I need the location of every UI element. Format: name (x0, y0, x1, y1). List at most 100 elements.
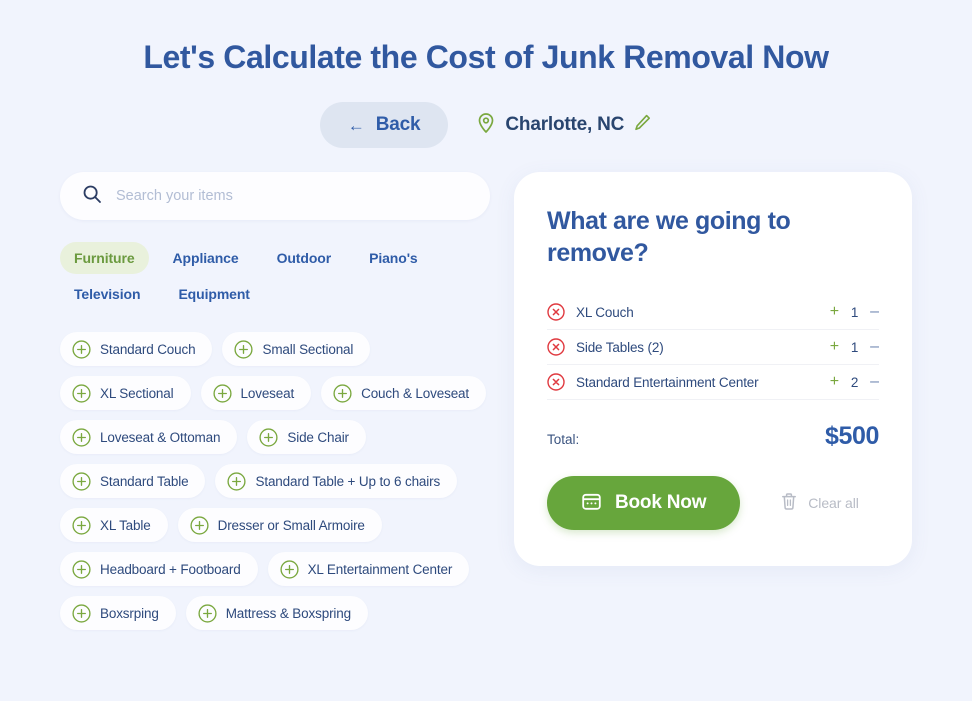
item-chip[interactable]: Dresser or Small Armoire (177, 508, 382, 543)
plus-circle-icon (212, 384, 232, 403)
location-display[interactable]: Charlotte, NC (476, 112, 652, 139)
plus-circle-icon (72, 472, 91, 491)
selected-item-row: Standard Entertainment Center +2– (547, 365, 879, 401)
increase-quantity-button[interactable]: + (830, 374, 839, 390)
item-chip-label: Standard Table (100, 473, 189, 489)
plus-circle-icon (333, 384, 352, 403)
quantity-stepper: +1– (830, 339, 879, 355)
quantity-value: 1 (850, 339, 859, 355)
junk-removal-calculator-page: Let's Calculate the Cost of Junk Removal… (0, 0, 972, 701)
item-chip-label: Loveseat (240, 385, 295, 401)
plus-circle-icon (72, 384, 91, 403)
item-chip[interactable]: Side Chair (247, 420, 366, 455)
item-chip-label: XL Entertainment Center (307, 561, 453, 577)
calendar-icon (581, 491, 602, 515)
plus-circle-icon (72, 516, 91, 535)
item-chip-label: Dresser or Small Armoire (217, 517, 365, 533)
selected-items-list: XL Couch +1– Side Tables (2) +1– Standard En… (547, 295, 879, 401)
plus-circle-icon (72, 340, 91, 359)
increase-quantity-button[interactable]: + (830, 339, 839, 355)
plus-circle-icon (227, 472, 247, 491)
decrease-quantity-button[interactable]: – (870, 374, 879, 390)
search-bar[interactable] (60, 172, 490, 221)
remove-item-icon[interactable] (547, 373, 565, 392)
tab-equipment[interactable]: Equipment (164, 278, 263, 310)
cart-title: What are we going to remove? (547, 207, 791, 267)
item-chip-label: Mattress & Boxspring (225, 605, 351, 621)
selected-item-row: XL Couch +1– (547, 295, 879, 331)
trash-icon (780, 492, 798, 514)
item-chip[interactable]: Boxsrping (60, 596, 176, 631)
cart-card: What are we going to remove? XL Couch +1–… (514, 172, 912, 567)
clear-all-button[interactable]: Clear all (780, 492, 859, 514)
item-chip[interactable]: XL Entertainment Center (267, 552, 470, 587)
item-chip[interactable]: XL Sectional (60, 376, 191, 411)
item-chip-label: Couch & Loveseat (361, 385, 470, 401)
book-now-button[interactable]: Book Now (547, 476, 741, 531)
item-chip-label: XL Table (100, 517, 151, 533)
arrow-left-icon: ← (347, 115, 365, 135)
plus-circle-icon (280, 560, 299, 579)
clear-all-label: Clear all (808, 495, 859, 512)
edit-pencil-icon[interactable] (633, 113, 652, 138)
decrease-quantity-button[interactable]: – (870, 304, 879, 320)
remove-item-icon[interactable] (547, 338, 565, 357)
cart-column: What are we going to remove? XL Couch +1–… (514, 172, 912, 567)
tab-piano-s[interactable]: Piano's (355, 242, 432, 274)
remove-item-icon[interactable] (547, 303, 565, 322)
book-now-label: Book Now (615, 492, 707, 514)
item-chip-label: Small Sectional (262, 341, 354, 357)
back-button-label: Back (375, 114, 421, 136)
item-chip-label: Standard Couch (100, 341, 196, 357)
selected-item-row: Side Tables (2) +1– (547, 330, 879, 366)
decrease-quantity-button[interactable]: – (870, 339, 879, 355)
total-label: Total: (547, 432, 580, 448)
plus-circle-icon (259, 428, 278, 447)
plus-circle-icon (190, 516, 209, 535)
item-chip[interactable]: Mattress & Boxspring (185, 596, 368, 631)
location-text: Charlotte, NC (505, 114, 625, 136)
item-chip[interactable]: Standard Table (60, 464, 206, 499)
search-icon (82, 184, 102, 209)
plus-circle-icon (72, 428, 91, 447)
increase-quantity-button[interactable]: + (830, 304, 839, 320)
total-value: $500 (824, 422, 879, 451)
search-input[interactable] (116, 188, 468, 205)
item-chip-label: XL Sectional (100, 385, 174, 401)
quantity-value: 2 (850, 374, 859, 390)
main-content: Furniture Appliance Outdoor Piano's Televisi… (0, 172, 972, 631)
map-pin-icon (476, 112, 496, 139)
sub-header-bar: ← Back Charlotte, NC (0, 102, 972, 149)
plus-circle-icon (198, 604, 217, 623)
tab-appliance[interactable]: Appliance (159, 242, 253, 274)
back-button[interactable]: ← Back (319, 102, 449, 149)
item-chip[interactable]: Couch & Loveseat (321, 376, 487, 411)
plus-circle-icon (72, 604, 91, 623)
page-title: Let's Calculate the Cost of Junk Removal… (143, 39, 829, 75)
item-chip[interactable]: Standard Table + Up to 6 chairs (215, 464, 458, 499)
item-chip-label: Loveseat & Ottoman (100, 429, 221, 445)
item-chip[interactable]: Standard Couch (60, 332, 213, 367)
quantity-stepper: +1– (830, 304, 879, 320)
cart-actions: Book Now Clear all (547, 476, 879, 531)
tab-television[interactable]: Television (60, 278, 154, 310)
item-chip-label: Boxsrping (100, 605, 159, 621)
item-picker-column: Furniture Appliance Outdoor Piano's Televisi… (60, 172, 492, 631)
plus-circle-icon (234, 340, 254, 359)
tab-outdoor[interactable]: Outdoor (263, 242, 346, 274)
item-chip-list: Standard Couch Small Sectional XL Sectiona… (60, 332, 492, 631)
item-chip[interactable]: Loveseat & Ottoman (60, 420, 238, 455)
item-chip-label: Side Chair (287, 429, 349, 445)
item-chip[interactable]: Headboard + Footboard (60, 552, 258, 587)
item-chip[interactable]: XL Table (60, 508, 168, 543)
total-row: Total: $500 (547, 422, 879, 451)
selected-item-name: XL Couch (576, 304, 634, 320)
plus-circle-icon (72, 560, 91, 579)
tab-furniture[interactable]: Furniture (60, 242, 149, 275)
selected-item-name: Standard Entertainment Center (576, 374, 759, 390)
item-chip[interactable]: Loveseat (200, 376, 312, 411)
item-chip-label: Standard Table + Up to 6 chairs (255, 473, 441, 489)
quantity-value: 1 (850, 304, 859, 320)
item-chip[interactable]: Small Sectional (222, 332, 371, 367)
selected-item-name: Side Tables (2) (576, 339, 664, 355)
